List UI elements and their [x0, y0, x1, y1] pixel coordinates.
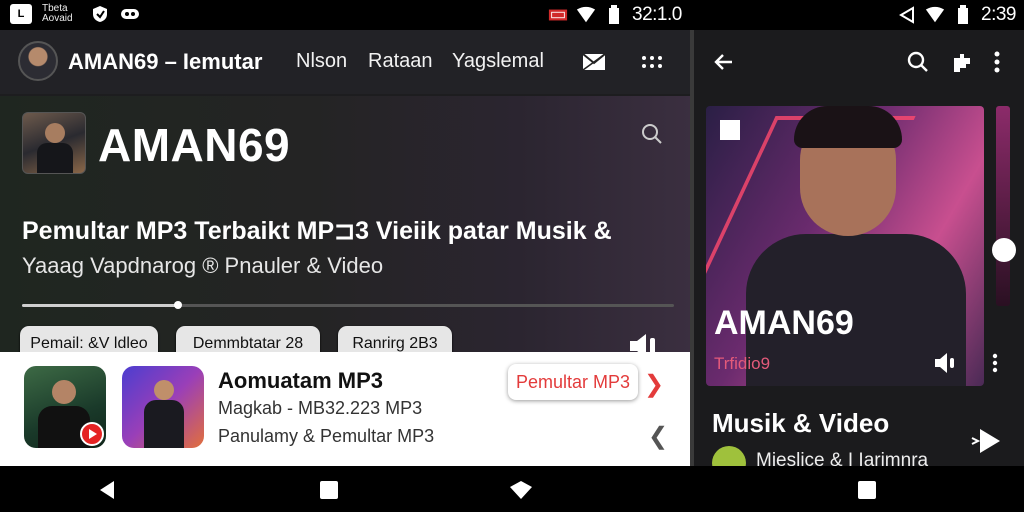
album-thumbnail[interactable] [122, 366, 204, 448]
wifi-icon [576, 6, 596, 24]
search-icon[interactable] [906, 50, 930, 74]
video-thumbnail[interactable] [24, 366, 106, 448]
nav-bar [0, 466, 1024, 512]
battery-icon [604, 5, 624, 24]
card-detail: Magkab - MB32.223 MP3 [218, 398, 423, 418]
mail-icon[interactable] [582, 50, 606, 74]
nav-link-2[interactable]: Rataan [368, 50, 433, 73]
status-right: 2:39 [897, 4, 1016, 26]
main-pane: AMAN69 – Iemutar Nlson Rataan Yagslemal … [0, 30, 692, 466]
hero-title: AMAN69 [98, 119, 291, 171]
hero-subtitle-2: Yaaag Vapdnarog ® Pnauler & Video [22, 253, 384, 278]
volume-icon[interactable] [934, 352, 958, 374]
wifi-icon-right [925, 6, 945, 24]
artist-subtitle: Trfidio9 [714, 354, 771, 373]
app-bar: AMAN69 – Iemutar Nlson Rataan Yagslemal [0, 30, 692, 94]
back-icon[interactable] [96, 479, 118, 501]
shield-notification-icon [90, 5, 110, 23]
progress-knob[interactable] [174, 301, 183, 309]
progress-bar[interactable] [22, 301, 674, 309]
back-arrow-icon[interactable] [712, 50, 736, 74]
more-vert-icon[interactable] [992, 50, 1016, 74]
nav-link-1[interactable]: Nlson [296, 50, 347, 73]
search-icon[interactable] [640, 122, 664, 146]
side-strip [996, 106, 1010, 306]
more-vert-icon[interactable] [990, 352, 1000, 374]
chevron-left-icon[interactable]: ❮ [648, 422, 668, 451]
recents-icon[interactable] [856, 479, 878, 501]
location-icon [897, 6, 917, 24]
card-subtitle: Panulamy & Pemultar MP3 [218, 426, 435, 446]
nav-link-3[interactable]: Yagslemal [452, 50, 544, 73]
side-toolbar [694, 30, 1024, 94]
status-clock-left: 32:1.0 [632, 4, 682, 25]
hero-section: AMAN69 Pemultar MP3 Terbaikt MP⊐3 Vieiik… [0, 96, 692, 362]
puzzle-icon[interactable] [950, 50, 974, 74]
battery-icon-right [953, 5, 973, 24]
side-pane: AMAN69 Trfidio9 Musik & Video Mieslice &… [694, 30, 1024, 480]
status-notification-text: Tbeta Aovaid [42, 3, 73, 24]
app-title: AMAN69 – Iemutar [68, 49, 263, 74]
home-icon[interactable] [508, 479, 532, 501]
progress-fill [22, 304, 179, 307]
youtube-icon [80, 422, 104, 446]
play-mp3-button[interactable]: Pemultar MP3 [508, 364, 638, 400]
avatar[interactable] [18, 41, 58, 81]
play-icon[interactable] [970, 426, 1004, 456]
hero-artwork[interactable] [22, 112, 86, 174]
gamepad-notification-icon [120, 5, 140, 23]
section-heading: Musik & Video [712, 408, 890, 438]
square-icon [720, 120, 740, 140]
grid-icon[interactable] [640, 50, 664, 74]
album-art[interactable] [706, 106, 984, 386]
track-card[interactable]: Aomuatam MP3 Magkab - MB32.223 MP3 Panul… [0, 352, 692, 466]
status-left: L Tbeta Aovaid [10, 4, 140, 24]
home-square-icon[interactable] [318, 479, 340, 501]
side-slider-knob[interactable] [992, 238, 1016, 262]
hero-subtitle: Pemultar MP3 Terbaikt MP⊐3 Vieiik patar … [22, 217, 612, 245]
chevron-right-icon[interactable]: ❯ [644, 370, 664, 399]
status-clock-right: 2:39 [981, 4, 1016, 25]
artist-title: AMAN69 [714, 304, 854, 342]
status-mid: 32:1.0 [548, 4, 682, 26]
status-bar: L Tbeta Aovaid 32:1.0 2:39 [0, 0, 1024, 30]
app-notification-icon: L [10, 4, 32, 24]
battery-saver-icon [548, 6, 568, 24]
card-title: Aomuatam MP3 [218, 368, 384, 393]
